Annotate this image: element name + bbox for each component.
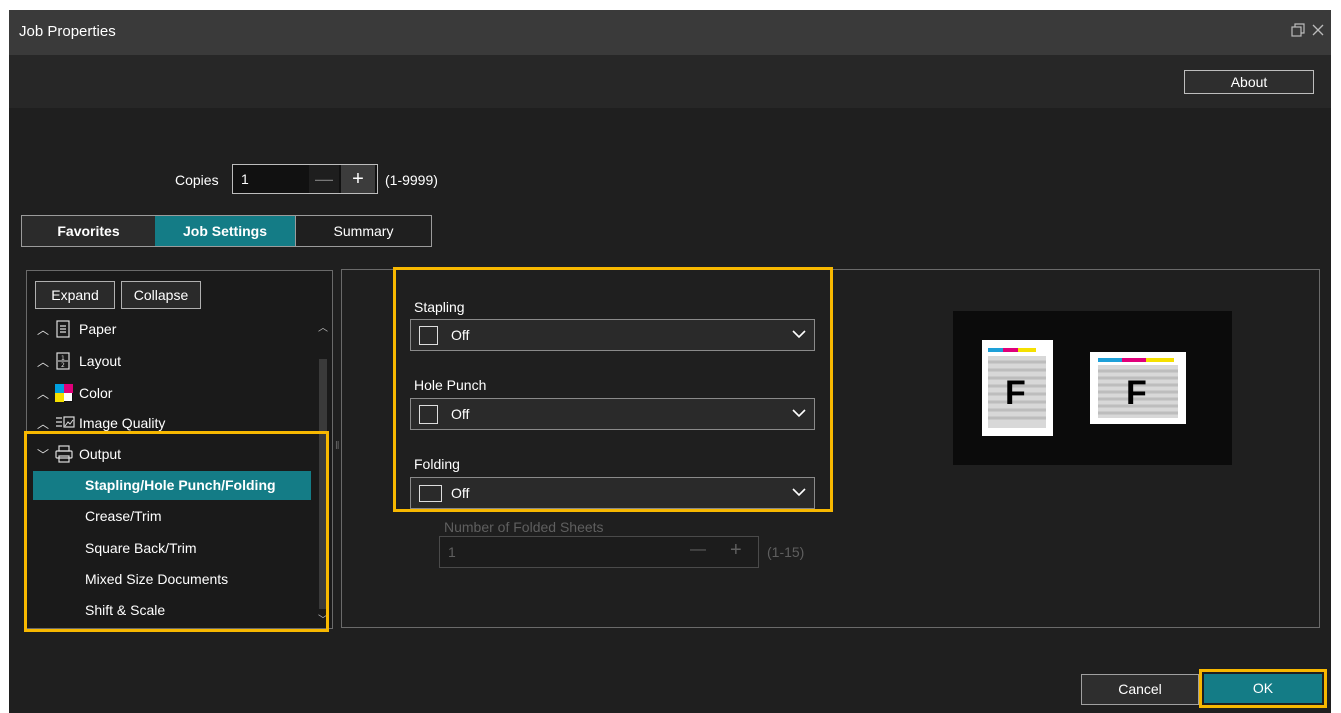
- hole-punch-label: Hole Punch: [414, 377, 487, 393]
- chevron-up-icon: ︿: [37, 416, 50, 431]
- chevron-down-icon: [792, 324, 806, 347]
- folded-sheets-label: Number of Folded Sheets: [444, 519, 604, 535]
- image-quality-icon: [55, 414, 75, 432]
- tree-item-paper[interactable]: ︿ Paper: [37, 315, 116, 343]
- folding-select[interactable]: Off: [410, 477, 815, 509]
- hole-punch-select[interactable]: Off: [410, 398, 815, 430]
- stapling-label: Stapling: [414, 299, 465, 315]
- layout-icon: 12: [55, 352, 73, 370]
- tree-scrollbar[interactable]: ︿ ﹀: [317, 319, 329, 626]
- cancel-button[interactable]: Cancel: [1081, 674, 1199, 705]
- tree-item-square-back-trim[interactable]: Square Back/Trim: [33, 534, 311, 563]
- svg-text:2: 2: [61, 362, 65, 369]
- folding-value: Off: [451, 485, 470, 501]
- stapling-option-icon: [419, 326, 438, 345]
- chevron-up-icon: ︿: [37, 386, 50, 401]
- chevron-down-icon: [792, 403, 806, 426]
- tree-item-label: Output: [79, 446, 122, 462]
- tree-item-output[interactable]: ﹀ Output: [37, 440, 121, 468]
- tree-item-label: Layout: [79, 353, 122, 369]
- collapse-button[interactable]: Collapse: [121, 281, 201, 309]
- tab-favorites[interactable]: Favorites: [22, 216, 155, 246]
- color-icon: [55, 384, 73, 402]
- svg-text:1: 1: [61, 355, 65, 362]
- folded-sheets-input[interactable]: 1: [448, 544, 456, 560]
- copies-range: (1-9999): [385, 172, 438, 188]
- preview-letter: F: [1005, 374, 1026, 412]
- printer-icon: [55, 445, 73, 463]
- tree-item-label: Color: [79, 385, 113, 401]
- job-properties-window: Job Properties About Copies 1 — + (1-999…: [9, 10, 1331, 713]
- window-title: Job Properties: [19, 23, 116, 40]
- preview-page-portrait: F: [982, 340, 1053, 436]
- restore-icon[interactable]: [1291, 23, 1305, 41]
- output-preview: F F: [953, 311, 1232, 465]
- copies-input[interactable]: 1: [241, 171, 249, 187]
- tab-job-settings[interactable]: Job Settings: [155, 216, 295, 246]
- copies-label: Copies: [175, 172, 219, 188]
- settings-tree-panel: Expand Collapse ︿ Paper ︿ 12 Layout ︿ Co…: [26, 270, 333, 629]
- tree-item-color[interactable]: ︿ Color: [37, 379, 112, 407]
- panel-splitter-handle[interactable]: ‖: [335, 440, 340, 452]
- scrollbar-thumb[interactable]: [319, 359, 327, 609]
- scroll-down-icon[interactable]: ﹀: [317, 611, 329, 626]
- settings-tabs: Favorites Job Settings Summary: [21, 215, 432, 247]
- ok-button[interactable]: OK: [1204, 674, 1322, 703]
- folded-sheets-range: (1-15): [767, 544, 805, 560]
- title-bar: Job Properties: [9, 10, 1331, 55]
- chevron-up-icon: ︿: [37, 322, 50, 337]
- hole-punch-option-icon: [419, 405, 438, 424]
- folded-sheets-increment-button[interactable]: +: [730, 539, 742, 562]
- chevron-down-icon: ﹀: [37, 447, 50, 462]
- tree-item-stapling-hole-punch-folding[interactable]: Stapling/Hole Punch/Folding: [33, 471, 311, 500]
- scroll-up-icon[interactable]: ︿: [317, 319, 329, 334]
- preview-page-landscape: F: [1090, 352, 1186, 424]
- chevron-down-icon: [792, 482, 806, 505]
- folding-label: Folding: [414, 456, 460, 472]
- expand-button[interactable]: Expand: [35, 281, 115, 309]
- folded-sheets-stepper[interactable]: 1 — +: [439, 536, 759, 568]
- close-icon[interactable]: [1311, 23, 1325, 41]
- folded-sheets-decrement-button[interactable]: —: [690, 541, 706, 559]
- tree-item-label: Image Quality: [79, 415, 166, 431]
- tree-item-layout[interactable]: ︿ 12 Layout: [37, 347, 121, 375]
- copies-stepper[interactable]: 1 — +: [232, 164, 378, 194]
- preview-letter: F: [1126, 374, 1147, 412]
- tab-summary[interactable]: Summary: [295, 216, 431, 246]
- tree-item-crease-trim[interactable]: Crease/Trim: [33, 502, 311, 531]
- copies-decrement-button[interactable]: —: [309, 165, 339, 193]
- tree-item-shift-scale[interactable]: Shift & Scale: [33, 596, 311, 625]
- folding-option-icon: [419, 485, 442, 502]
- tree-item-label: Paper: [79, 321, 117, 337]
- stapling-value: Off: [451, 327, 470, 343]
- chevron-up-icon: ︿: [37, 354, 50, 369]
- tree-item-mixed-size-documents[interactable]: Mixed Size Documents: [33, 565, 311, 594]
- top-bar: About: [9, 55, 1331, 108]
- hole-punch-value: Off: [451, 406, 470, 422]
- about-button[interactable]: About: [1184, 70, 1314, 94]
- settings-panel: Stapling Off Hole Punch Off Folding Off …: [341, 269, 1320, 628]
- paper-icon: [55, 320, 73, 338]
- tree-item-image-quality[interactable]: ︿ Image Quality: [37, 409, 165, 437]
- copies-increment-button[interactable]: +: [341, 165, 375, 193]
- stapling-select[interactable]: Off: [410, 319, 815, 351]
